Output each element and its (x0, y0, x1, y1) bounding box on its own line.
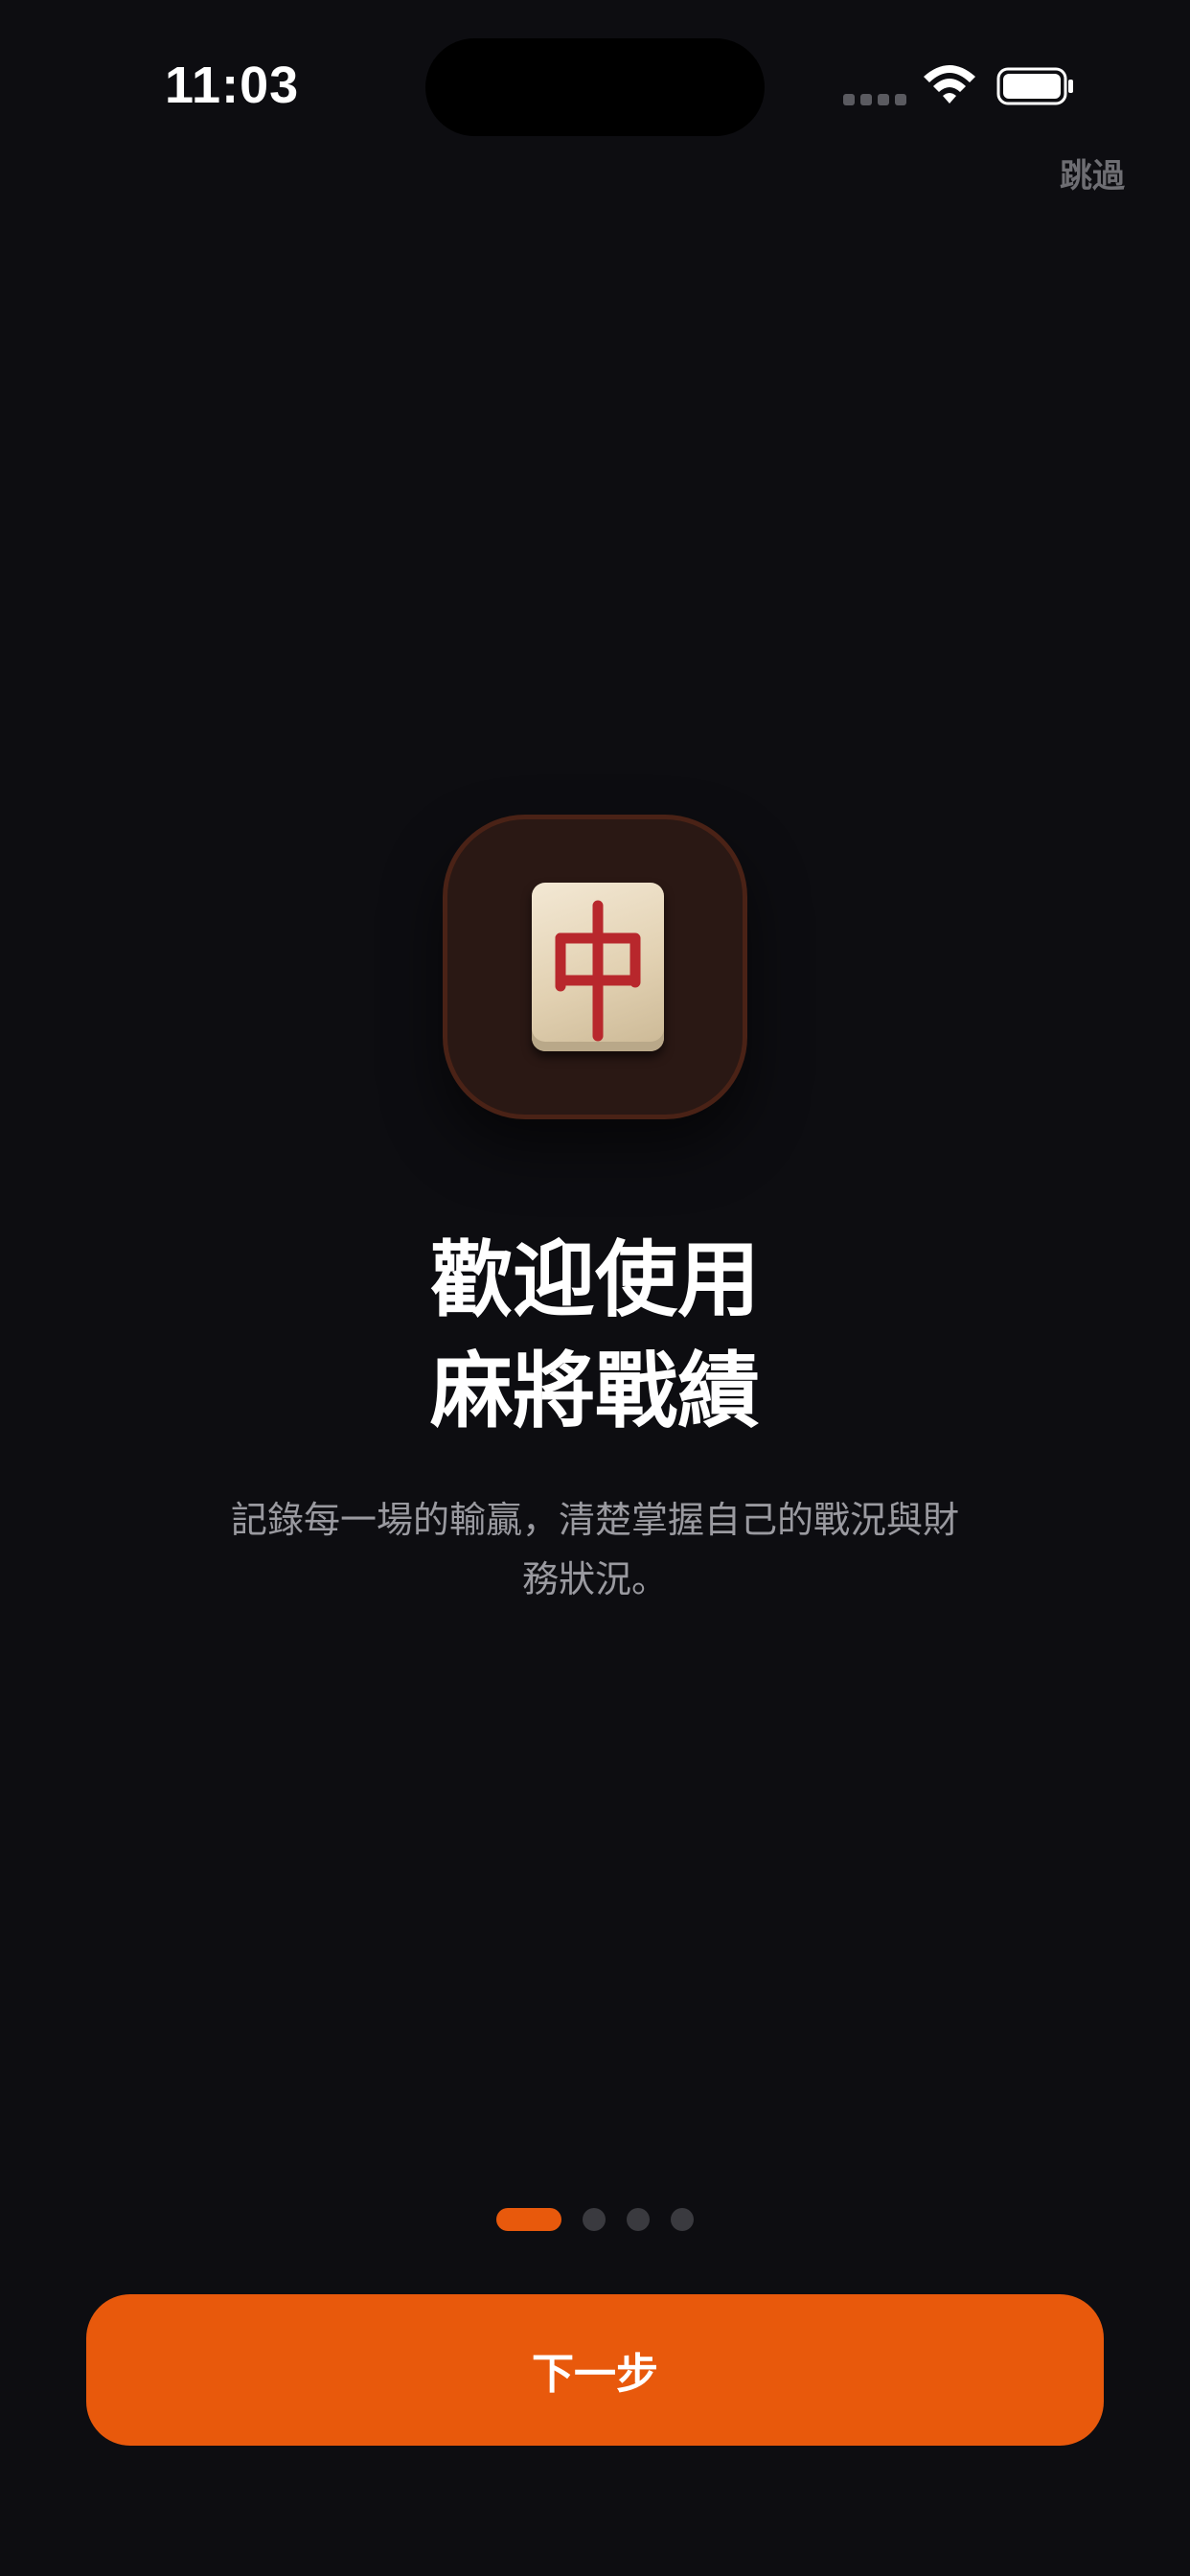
welcome-subtitle-line-2: 務狀況。 (521, 1558, 668, 1600)
skip-button[interactable]: 跳過 (1060, 150, 1125, 196)
page-dot-1-active[interactable] (496, 2208, 561, 2231)
mahjong-red-dragon-tile-icon (532, 883, 664, 1051)
page-dot-3[interactable] (627, 2208, 650, 2231)
page-indicator (0, 2208, 1190, 2231)
battery-icon (996, 67, 1073, 105)
welcome-title-line-2: 麻將戰績 (430, 1344, 760, 1439)
next-button-label: 下一步 (532, 2350, 658, 2399)
app-icon-tile (443, 815, 747, 1119)
welcome-title-line-1: 歡迎使用 (430, 1232, 760, 1328)
status-time: 11:03 (165, 57, 300, 114)
dynamic-island (425, 38, 765, 136)
page-dot-4[interactable] (671, 2208, 694, 2231)
wifi-icon (924, 65, 975, 104)
cellular-signal-icon (843, 94, 906, 105)
welcome-subtitle-line-1: 記錄每一場的輸贏，清楚掌握自己的戰況與財 (230, 1499, 959, 1541)
next-button[interactable]: 下一步 (86, 2294, 1104, 2446)
page-dot-2[interactable] (583, 2208, 606, 2231)
